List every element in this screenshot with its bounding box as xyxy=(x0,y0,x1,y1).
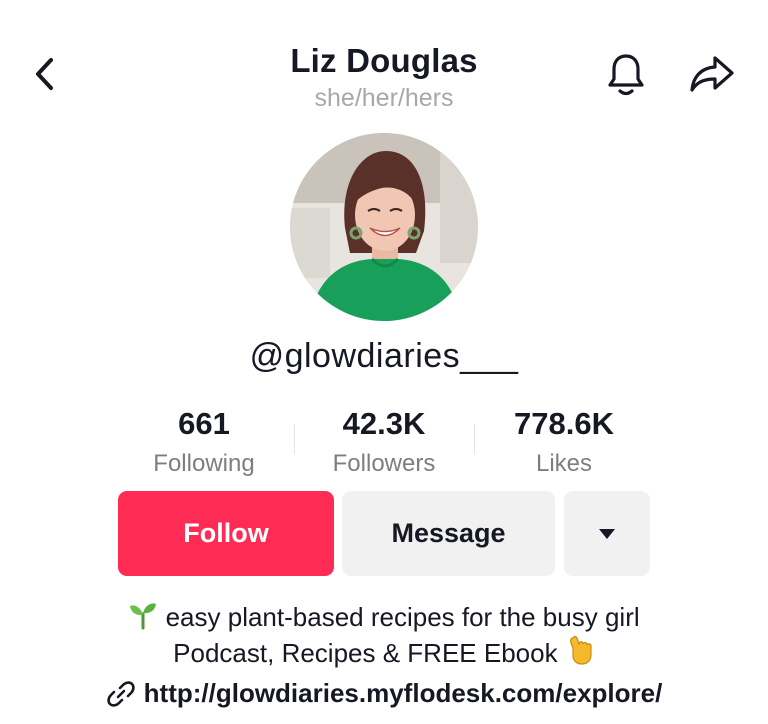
avatar[interactable] xyxy=(290,133,478,321)
stat-following[interactable]: 661 Following xyxy=(124,404,284,480)
username-handle: @glowdiaries___ xyxy=(249,337,519,375)
link-icon xyxy=(106,680,135,707)
follow-button[interactable]: Follow xyxy=(118,491,334,576)
stat-divider xyxy=(294,424,295,454)
stat-label: Following xyxy=(153,450,255,477)
stat-value: 661 xyxy=(178,406,230,441)
stat-divider xyxy=(474,424,475,454)
pointing-down-icon xyxy=(565,634,595,673)
bio-text-2: Podcast, Recipes & FREE Ebook xyxy=(173,638,558,668)
profile-photo xyxy=(290,133,478,321)
pronouns: she/her/hers xyxy=(314,84,454,112)
notifications-button[interactable] xyxy=(600,48,652,100)
bio-link-row: http://glowdiaries.myflodesk.com/explore… xyxy=(0,678,768,709)
stat-value: 42.3K xyxy=(342,406,426,441)
message-button[interactable]: Message xyxy=(342,491,555,576)
bio-line-2: Podcast, Recipes & FREE Ebook xyxy=(0,634,768,673)
profile-name: Liz Douglas xyxy=(290,42,478,79)
caret-down-icon xyxy=(599,528,615,539)
bell-icon xyxy=(608,54,644,96)
stat-label: Likes xyxy=(535,450,593,477)
stat-value: 778.6K xyxy=(514,406,614,441)
more-options-button[interactable] xyxy=(564,491,650,576)
share-arrow-icon xyxy=(690,56,734,92)
bio-text-1: easy plant-based recipes for the busy gi… xyxy=(165,602,640,632)
seedling-icon xyxy=(128,600,158,637)
stat-followers[interactable]: 42.3K Followers xyxy=(304,404,464,480)
bio-link[interactable]: http://glowdiaries.myflodesk.com/explore… xyxy=(144,678,663,709)
stat-label: Followers xyxy=(332,450,436,477)
bio-line-1: easy plant-based recipes for the busy gi… xyxy=(0,600,768,637)
share-button[interactable] xyxy=(684,48,740,100)
stat-likes[interactable]: 778.6K Likes xyxy=(484,404,644,480)
